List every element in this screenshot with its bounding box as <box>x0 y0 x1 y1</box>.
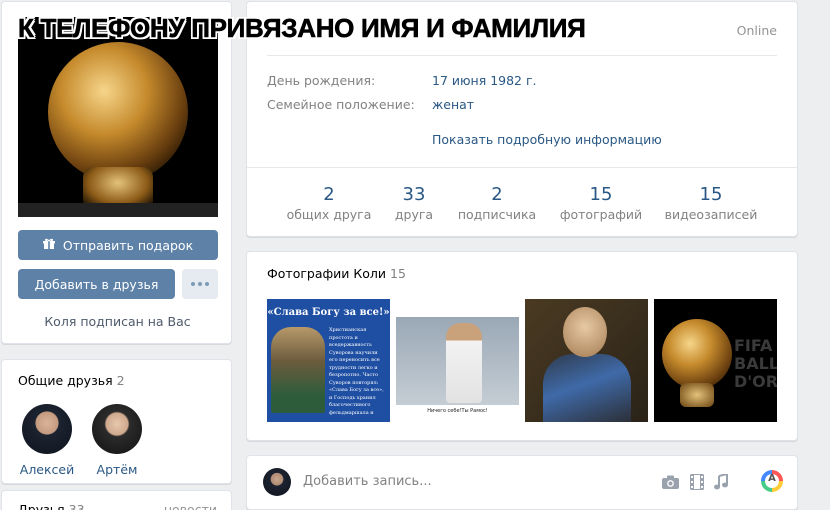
more-icon-dot <box>198 282 202 286</box>
show-more-info-link[interactable]: Показать подробную информацию <box>432 132 662 147</box>
family-value[interactable]: женат <box>432 97 474 112</box>
friend-item[interactable]: Алексей <box>17 404 77 477</box>
golden-ball-image <box>662 319 732 389</box>
avatar-floor <box>18 203 218 217</box>
photo-thumbnail[interactable]: «Слава Богу за все!» Христианская просто… <box>267 299 390 422</box>
friend-name: Артём <box>96 462 138 477</box>
photos-title: Фотографии Коли <box>267 266 387 281</box>
mutual-friends-count: 2 <box>116 373 125 388</box>
online-status: Online <box>736 23 777 38</box>
friends-title: Друзья <box>18 502 65 510</box>
divider <box>247 167 797 168</box>
golden-ball-image <box>48 42 188 182</box>
photo-uniform <box>543 354 631 422</box>
more-actions-button[interactable] <box>182 269 218 299</box>
family-label: Семейное положение: <box>267 97 415 112</box>
photo-portrait <box>271 327 325 413</box>
photo-thumbnail[interactable]: FIFA BALLON D'OR <box>654 299 777 422</box>
photo-thumbnail[interactable] <box>525 299 648 422</box>
friends-updates-link[interactable]: новости <box>164 502 217 510</box>
more-icon <box>191 282 195 286</box>
stat-value: 15 <box>589 184 613 205</box>
trophy-base <box>83 167 153 207</box>
birthday-label: День рождения: <box>267 73 376 88</box>
photo-logo-text: FIFA BALLON D'OR <box>734 336 777 391</box>
friend-avatar <box>22 404 72 454</box>
send-gift-button[interactable]: Отправить подарок <box>18 230 218 260</box>
photos-card: Фотографии Коли 15 «Слава Богу за все!» Х… <box>246 251 798 441</box>
profile-avatar[interactable] <box>18 17 218 217</box>
friends-card: Друзья 33 новости <box>1 490 232 510</box>
music-icon[interactable] <box>711 472 731 492</box>
photo-thumbnail[interactable]: Ничего себе!Ты Рамос! <box>396 299 519 422</box>
photo-quote-body: Христианская простота и вседержавность С… <box>329 327 384 415</box>
photos-count: 15 <box>390 266 406 281</box>
photos-header[interactable]: Фотографии Коли 15 <box>267 266 406 281</box>
prisma-icon[interactable]: A <box>761 470 783 492</box>
friend-name: Алексей <box>19 462 75 477</box>
stat-label: видеозаписей <box>664 207 758 222</box>
send-gift-label: Отправить подарок <box>62 237 194 253</box>
stat-photos[interactable]: 15 фотографий <box>546 184 656 222</box>
photo-quote-title: «Слава Богу за все!» <box>267 307 390 318</box>
add-friend-button[interactable]: Добавить в друзья <box>18 269 175 299</box>
friends-header[interactable]: Друзья 33 <box>18 502 85 510</box>
stat-label: подписчика <box>457 207 537 222</box>
prisma-letter: A <box>768 473 776 484</box>
post-composer-card: Добавить запись... A <box>246 455 798 510</box>
gift-icon <box>42 238 55 253</box>
mutual-friends-card: Общие друзья 2 Алексей Артём <box>1 359 232 484</box>
friends-count: 33 <box>68 502 85 510</box>
mutual-friends-header[interactable]: Общие друзья 2 <box>18 373 125 388</box>
stat-followers[interactable]: 2 подписчика <box>442 184 552 222</box>
stat-label: фотографий <box>559 207 643 222</box>
camera-icon[interactable] <box>660 472 680 492</box>
more-icon-dot <box>205 282 209 286</box>
subscribed-status: Коля подписан на Вас <box>44 314 191 329</box>
friend-item[interactable]: Артём <box>87 404 147 477</box>
stat-videos[interactable]: 15 видеозаписей <box>656 184 766 222</box>
user-avatar[interactable] <box>263 468 291 496</box>
stat-value: 2 <box>491 184 503 205</box>
meme-caption: К ТЕЛЕФОНУ ПРИВЯЗАНО ИМЯ И ФАМИЛИЯ <box>18 13 586 44</box>
video-icon[interactable] <box>687 472 707 492</box>
birthday-value[interactable]: 17 июня 1982 г. <box>432 73 537 88</box>
photo-face <box>563 307 607 357</box>
photo-caption: Ничего себе!Ты Рамос! <box>427 408 488 414</box>
post-input[interactable]: Добавить запись... <box>303 474 432 489</box>
friend-avatar <box>92 404 142 454</box>
profile-sidebar-card: Отправить подарок Добавить в друзья Коля… <box>1 1 232 344</box>
trophy-base <box>680 383 714 407</box>
stat-value: 15 <box>699 184 723 205</box>
mutual-friends-title: Общие друзья <box>18 373 113 388</box>
photo-player <box>446 323 482 403</box>
divider <box>267 55 777 56</box>
